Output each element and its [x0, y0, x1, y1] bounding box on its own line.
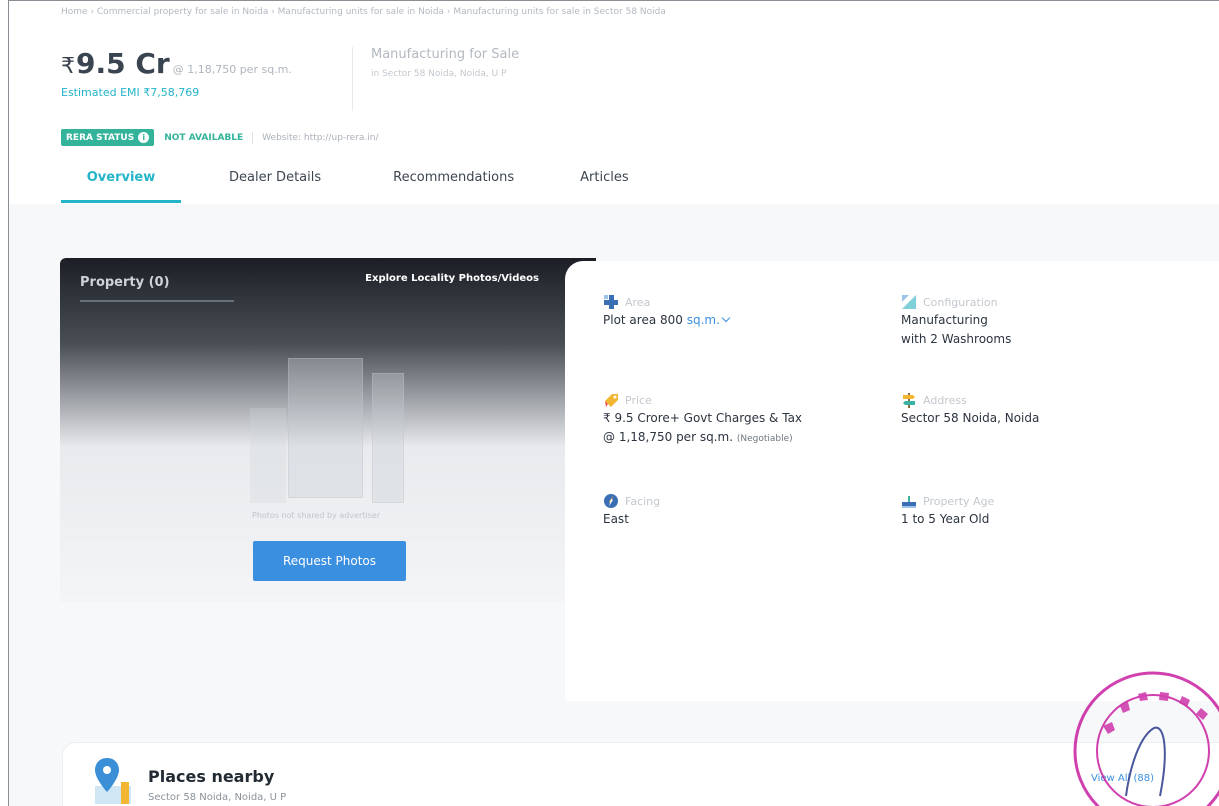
area-unit-dropdown[interactable]: sq.m.	[686, 313, 731, 327]
tab-overview[interactable]: Overview	[61, 161, 181, 203]
configuration-label: Configuration	[923, 295, 998, 309]
header-divider	[352, 47, 353, 111]
tab-articles[interactable]: Articles	[580, 161, 628, 203]
facing-value: East	[603, 512, 629, 526]
rera-website-link[interactable]: Website: http://up-rera.in/	[262, 133, 378, 143]
title-block: Manufacturing for Sale in Sector 58 Noid…	[371, 47, 519, 79]
rera-status-badge: RERA STATUS i	[61, 129, 155, 146]
signpost-icon	[903, 393, 915, 408]
price-label: Price	[625, 393, 652, 407]
tab-dealer-details[interactable]: Dealer Details	[229, 161, 321, 203]
content-area: Property (0) Explore Locality Photos/Vid…	[9, 204, 1219, 806]
property-photos-tab[interactable]: Property (0)	[80, 275, 170, 290]
placeholder-building-icon	[288, 358, 363, 498]
calendar-icon	[902, 496, 916, 508]
details-panel: Area Plot area 800 sq.m. Configuration M…	[565, 261, 1219, 701]
detail-area: Area Plot area 800 sq.m.	[603, 294, 731, 330]
price-value: 9.5 Cr	[76, 47, 170, 80]
tab-bar: Overview Dealer Details Recommendations …	[61, 161, 629, 203]
detail-configuration: Configuration Manufacturing with 2 Washr…	[901, 294, 1011, 349]
tab-recommendations[interactable]: Recommendations	[393, 161, 514, 203]
price-main: ₹ 9.5 Cr @ 1,18,750 per sq.m.	[61, 47, 292, 80]
compass-icon	[604, 494, 618, 508]
info-icon[interactable]: i	[138, 132, 150, 143]
price-per-sqm: @ 1,18,750 per sq.m.	[172, 63, 292, 76]
chevron-down-icon	[721, 313, 731, 323]
currency-symbol: ₹	[61, 54, 75, 79]
places-nearby-card: Places nearby Sector 58 Noida, Noida, U …	[62, 742, 1219, 806]
price-rate: @ 1,18,750 per sq.m.	[603, 430, 734, 444]
price-negotiable: (Negotiable)	[736, 434, 793, 444]
area-unit-label: sq.m.	[686, 313, 720, 327]
detail-property-age: Property Age 1 to 5 Year Old	[901, 493, 994, 529]
detail-address: Address Sector 58 Noida, Noida	[901, 392, 1039, 428]
property-title: Manufacturing for Sale	[371, 47, 520, 62]
page-frame: Home › Commercial property for sale in N…	[8, 0, 1219, 806]
price-tag-icon	[605, 394, 618, 407]
configuration-type: Manufacturing	[901, 313, 988, 327]
photo-gallery: Property (0) Explore Locality Photos/Vid…	[60, 258, 596, 602]
property-location: in Sector 58 Noida, Noida, U P	[371, 69, 507, 79]
places-nearby-location: Sector 58 Noida, Noida, U P	[148, 792, 287, 803]
detail-price: Price ₹ 9.5 Crore+ Govt Charges & Tax @ …	[603, 392, 802, 449]
rera-row: RERA STATUS i NOT AVAILABLE Website: htt…	[61, 129, 379, 146]
photo-tab-underline	[80, 300, 234, 302]
rera-divider	[252, 131, 254, 144]
configuration-washrooms: with 2 Washrooms	[901, 332, 1012, 346]
address-label: Address	[923, 393, 967, 407]
address-value: Sector 58 Noida, Noida	[901, 411, 1040, 425]
breadcrumb[interactable]: Home › Commercial property for sale in N…	[61, 7, 1161, 17]
facing-label: Facing	[625, 494, 661, 508]
places-nearby-title: Places nearby	[148, 767, 275, 786]
area-value: Plot area 800	[603, 313, 683, 327]
property-age-value: 1 to 5 Year Old	[901, 512, 990, 526]
area-icon	[604, 295, 618, 309]
request-photos-button[interactable]: Request Photos	[253, 541, 406, 581]
rera-badge-label: RERA STATUS	[66, 132, 135, 143]
price-total: ₹ 9.5 Crore+ Govt Charges & Tax	[603, 411, 803, 425]
area-label: Area	[625, 295, 651, 309]
configuration-icon	[902, 295, 916, 309]
photos-not-shared-note: Photos not shared by advertiser	[252, 511, 380, 520]
property-age-label: Property Age	[923, 494, 995, 508]
rera-status-value: NOT AVAILABLE	[164, 132, 244, 143]
price-block: ₹ 9.5 Cr @ 1,18,750 per sq.m. Estimated …	[61, 47, 292, 99]
map-pin-icon	[95, 758, 131, 804]
explore-locality-link[interactable]: Explore Locality Photos/Videos	[365, 273, 539, 284]
detail-facing: Facing East	[603, 493, 660, 529]
placeholder-building-icon	[372, 373, 404, 503]
company-stamp	[1073, 671, 1219, 806]
estimated-emi-link[interactable]: Estimated EMI ₹7,58,769	[61, 86, 292, 99]
placeholder-building-icon	[250, 408, 286, 503]
